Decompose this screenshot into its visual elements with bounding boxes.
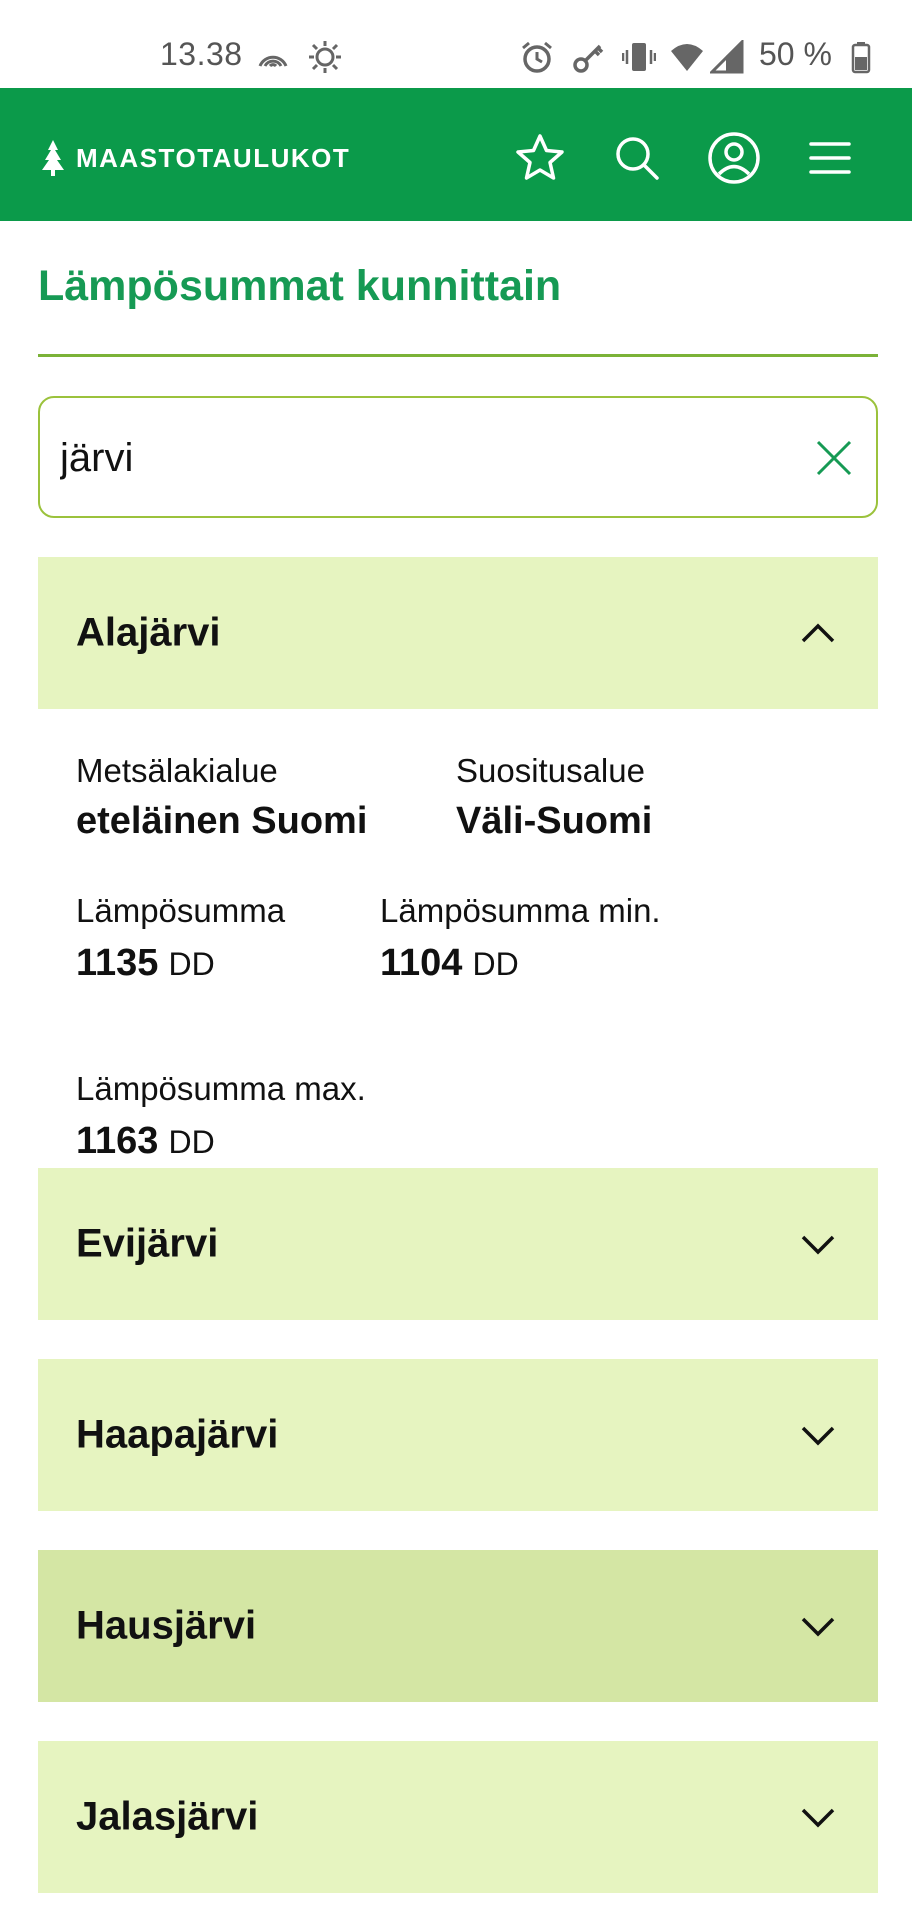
lampo-min-label: Lämpösumma min. (380, 892, 661, 929)
accordion-header-haapajarvi[interactable]: Haapajärvi (38, 1359, 878, 1511)
lampo-min-unit: DD (472, 946, 519, 982)
app-logo[interactable]: MAASTOTAULUKOT (38, 138, 350, 178)
nfc-icon (258, 55, 288, 68)
title-divider (38, 354, 878, 357)
tree-icon (42, 140, 64, 176)
lampo-number: 1135 (76, 942, 159, 984)
page-title: Lämpösummat kunnittain (38, 262, 562, 310)
brightness-icon (309, 41, 341, 73)
lampo-max-number: 1163 (76, 1120, 159, 1162)
search-icon (616, 137, 659, 180)
app-logo-text: MAASTOTAULUKOT (76, 142, 351, 173)
chevron-up-icon (801, 623, 835, 643)
suositusalue-label: Suositusalue (456, 752, 645, 789)
chevron-down-icon (801, 1808, 835, 1828)
key-icon (573, 44, 604, 73)
accordion-title: Haapajärvi (76, 1412, 279, 1457)
lampo-max-label: Lämpösumma max. (76, 1070, 366, 1107)
lampo-label: Lämpösumma (76, 892, 286, 929)
vibrate-icon (622, 43, 656, 71)
battery-icon (851, 42, 871, 74)
app-bar: MAASTOTAULUKOT (0, 88, 912, 221)
chevron-down-icon (801, 1235, 835, 1255)
search-field[interactable] (38, 396, 878, 518)
search-input[interactable] (58, 420, 802, 496)
lampo-min-value: 1104 DD (380, 942, 519, 985)
suositusalue-value: Väli-Suomi (456, 800, 653, 842)
accordion-title: Jalasjärvi (76, 1794, 259, 1839)
account-button[interactable] (706, 130, 762, 186)
lampo-unit: DD (168, 946, 215, 982)
clear-search-icon[interactable] (812, 436, 856, 480)
lampo-min-number: 1104 (380, 942, 463, 984)
lampo-value: 1135 DD (76, 942, 215, 985)
accordion-header-evijarvi[interactable]: Evijärvi (38, 1168, 878, 1320)
chevron-down-icon (801, 1426, 835, 1446)
menu-button[interactable] (802, 130, 858, 186)
menu-icon (809, 142, 851, 174)
chevron-down-icon (801, 1617, 835, 1637)
lampo-max-unit: DD (168, 1124, 215, 1160)
accordion-title: Hausjärvi (76, 1603, 257, 1648)
accordion-title: Evijärvi (76, 1221, 219, 1266)
accordion-header-alajarvi[interactable]: Alajärvi (38, 557, 878, 709)
alarm-icon (522, 41, 552, 73)
status-time: 13.38 (160, 36, 243, 72)
account-icon (708, 132, 760, 184)
signal-icon (710, 40, 744, 74)
favorites-button[interactable] (512, 130, 568, 186)
metsalakialue-value: eteläinen Suomi (76, 800, 368, 842)
wifi-icon (671, 44, 703, 71)
battery-percentage: 50 % (759, 36, 832, 72)
accordion-title: Alajärvi (76, 610, 221, 655)
search-button[interactable] (609, 130, 665, 186)
status-bar: 13.38 50 % (0, 0, 912, 88)
accordion-header-hausjarvi[interactable]: Hausjärvi (38, 1550, 878, 1702)
lampo-max-value: 1163 DD (76, 1120, 215, 1163)
accordion-header-jalasjarvi[interactable]: Jalasjärvi (38, 1741, 878, 1893)
star-icon (516, 134, 564, 180)
metsalakialue-label: Metsälakialue (76, 752, 278, 789)
